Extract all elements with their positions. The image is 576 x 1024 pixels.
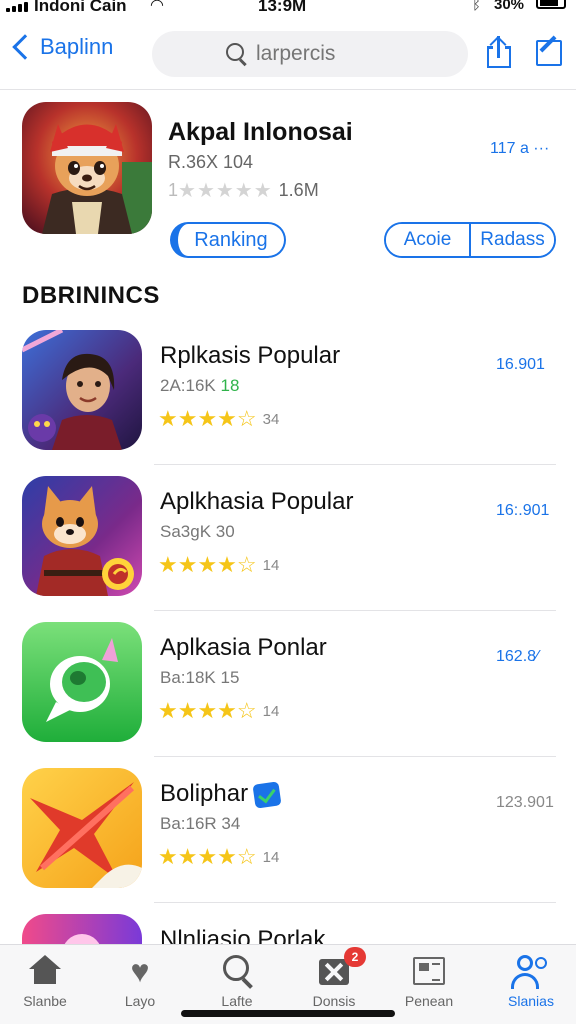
chat-bubble-icon[interactable]	[22, 622, 142, 742]
divider	[154, 610, 556, 611]
tab-label: Slanias	[508, 993, 554, 1009]
tab-label: Lafte	[221, 993, 253, 1009]
star-rating-icon: ★★★★★	[178, 180, 273, 202]
segment-radass[interactable]: Radass	[469, 224, 554, 256]
featured-app-icon[interactable]	[22, 102, 152, 234]
star-rating: ★★★★ ☆ 14	[158, 698, 279, 724]
list-item[interactable]: Rplkasis Popular 2A:16K 18 ★★★★ ☆ 34 16.9…	[0, 330, 576, 476]
list-item[interactable]: Aplkasia Ponlar Ba:18K 15 ★★★★ ☆ 14 162.8…	[0, 622, 576, 768]
app-price[interactable]: 16.901	[496, 356, 545, 374]
featured-app-name: Akpal Inlonosai	[168, 118, 353, 146]
divider	[154, 756, 556, 757]
wifi-icon: ◠	[150, 0, 164, 14]
app-name: Aplkhasia Popular	[160, 488, 354, 515]
navigation-bar: Baplinn	[0, 20, 576, 90]
verified-check-icon	[252, 780, 282, 809]
star-shape-icon[interactable]	[22, 768, 142, 888]
share-icon[interactable]	[486, 36, 512, 70]
star-empty-icon: ☆	[236, 406, 257, 431]
star-rating: ★★★★ ☆ 34	[158, 406, 279, 432]
app-meta: Ba:18K 15	[160, 668, 240, 687]
app-name: Boliphar	[160, 780, 282, 809]
star-rating-icon: ★★★★	[158, 844, 237, 869]
list-item[interactable]: Aplkhasia Popular Sa3gK 30 ★★★★ ☆ 14 16:.…	[0, 476, 576, 622]
home-icon	[25, 953, 65, 989]
news-icon	[409, 953, 449, 989]
star-rating: ★★★★ ☆ 14	[158, 552, 279, 578]
app-meta: Sa3gK 30	[160, 522, 235, 541]
rating-prefix: 1	[168, 180, 179, 200]
carrier-name: Indoni Cain	[34, 0, 127, 15]
app-name: Aplkasia Ponlar	[160, 634, 327, 661]
bluetooth-icon: ᛒ	[472, 0, 482, 13]
tab-layo[interactable]: ♥ Layo	[97, 953, 183, 1015]
tab-slanbe[interactable]: Slanbe	[2, 953, 88, 1015]
heart-icon: ♥	[130, 953, 150, 989]
featured-app[interactable]: Akpal Inlonosai R.36X 104 1 ★★★★★ 1.6M 1…	[0, 90, 576, 270]
tab-label: Slanbe	[23, 993, 67, 1009]
tab-label: Layo	[124, 993, 156, 1009]
status-time: 13:9M	[258, 0, 307, 15]
chevron-left-icon	[12, 34, 38, 60]
featured-app-meta: R.36X 104	[168, 152, 254, 172]
rating-count: 14	[262, 848, 280, 866]
battery-percent: 30%	[494, 0, 525, 13]
rating-count: 14	[262, 556, 280, 574]
tab-donsis[interactable]: 2 Donsis	[291, 947, 377, 1015]
divider	[154, 902, 556, 903]
back-button[interactable]: Baplinn	[8, 34, 113, 60]
segment-acoie[interactable]: Acoie	[386, 224, 469, 256]
rating-count: 34	[262, 410, 280, 428]
home-indicator[interactable]	[181, 1010, 395, 1017]
warrior-icon[interactable]	[22, 330, 142, 450]
compose-icon[interactable]	[536, 40, 562, 66]
battery-icon	[536, 0, 566, 9]
app-price[interactable]: 16:.901	[496, 502, 549, 520]
rating-count: 14	[262, 702, 280, 720]
list-item[interactable]: Boliphar Ba:16R 34 ★★★★ ☆ 14 123.901	[0, 768, 576, 914]
tab-lafte[interactable]: Lafte	[194, 953, 280, 1015]
search-bar[interactable]	[152, 31, 468, 77]
section-title: DBRININCS	[22, 282, 160, 309]
segmented-control: Acoie Radass	[384, 222, 556, 258]
app-meta: Ba:16R 34	[160, 814, 241, 833]
star-empty-icon: ☆	[236, 844, 257, 869]
status-bar: Indoni Cain ◠ 13:9M ᛒ 30%	[0, 0, 576, 20]
tab-penean[interactable]: Penean	[386, 953, 472, 1015]
tools-icon: 2	[314, 947, 366, 989]
star-empty-icon: ☆	[236, 552, 257, 577]
search-icon	[226, 43, 248, 65]
app-price[interactable]: 123.901	[496, 794, 554, 812]
ranking-button[interactable]: Ranking	[170, 222, 286, 258]
featured-price[interactable]: 117 a ···	[490, 140, 549, 158]
star-rating-icon: ★★★★	[158, 698, 237, 723]
star-rating-icon: ★★★★	[158, 552, 237, 577]
rating-count: 1.6M	[278, 180, 319, 200]
people-icon	[511, 953, 551, 989]
notification-badge: 2	[344, 947, 366, 967]
app-name: Rplkasis Popular	[160, 342, 341, 369]
search-input[interactable]	[256, 42, 456, 66]
fox-icon[interactable]	[22, 476, 142, 596]
back-label: Baplinn	[40, 34, 114, 59]
tab-label: Penean	[404, 993, 454, 1009]
signal-icon	[6, 2, 28, 12]
search-icon	[217, 953, 257, 989]
featured-rating: 1 ★★★★★ 1.6M	[168, 178, 319, 203]
star-empty-icon: ☆	[236, 698, 257, 723]
star-rating: ★★★★ ☆ 14	[158, 844, 279, 870]
app-price[interactable]: 162.8⁄	[496, 648, 539, 666]
tab-label: Donsis	[312, 993, 356, 1009]
divider	[154, 464, 556, 465]
star-rating-icon: ★★★★	[158, 406, 237, 431]
app-meta: 2A:16K 18	[160, 376, 240, 395]
tab-slanias[interactable]: Slanias	[488, 953, 574, 1015]
